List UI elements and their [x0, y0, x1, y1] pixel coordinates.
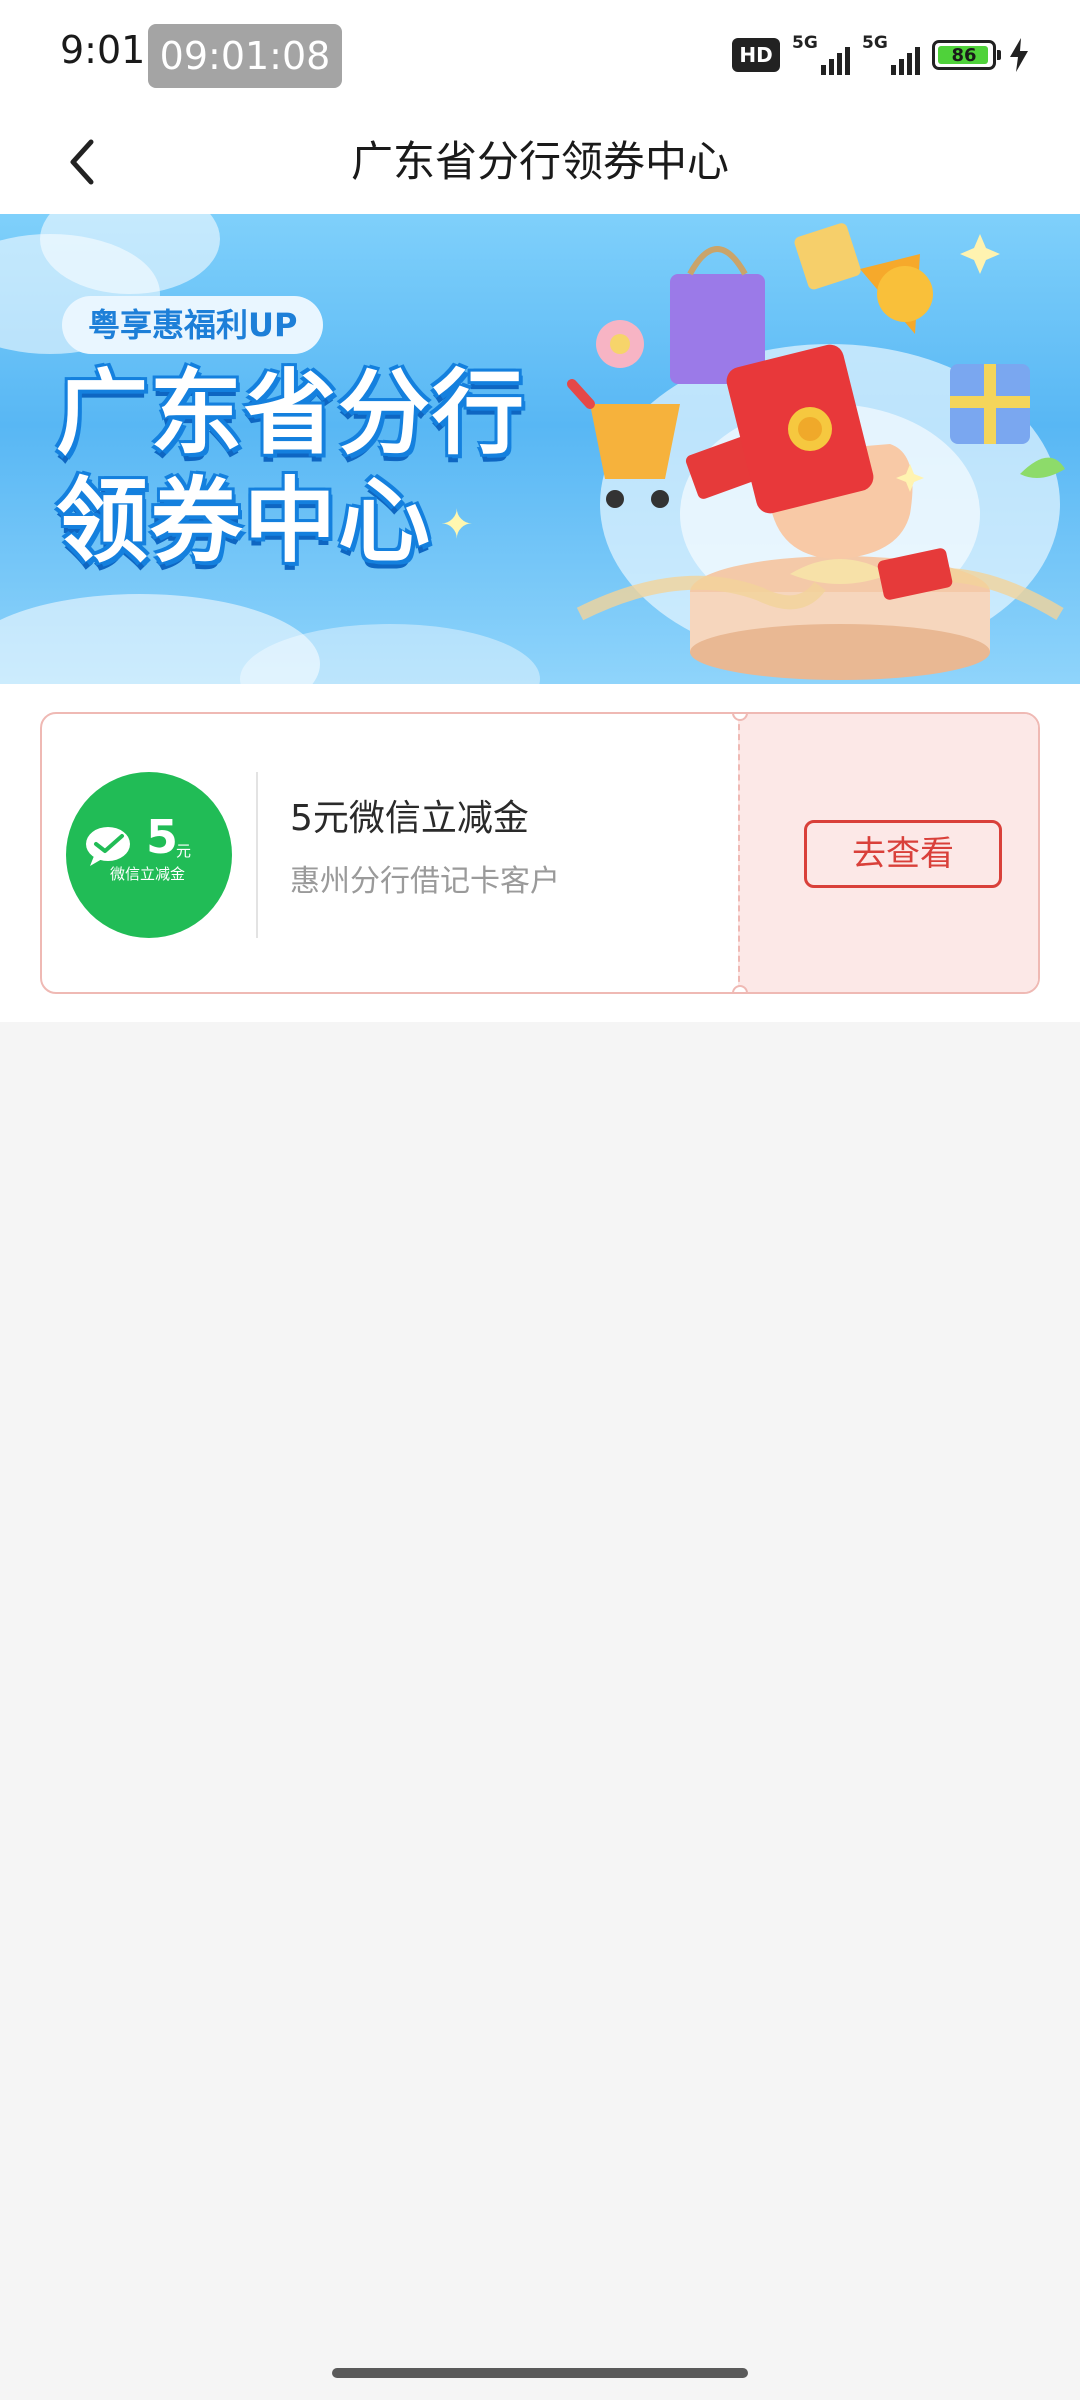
banner-tag: 粤享惠福利UP: [62, 296, 324, 354]
coupon-badge: 5 元 微信立减金: [66, 772, 232, 938]
status-bar: 9:01 09:01:08 HD 5G 5G 86: [0, 0, 1080, 108]
hd-icon: HD: [732, 38, 780, 72]
status-icons: HD 5G 5G 86: [732, 30, 1030, 80]
coupon-action-area: 去查看: [738, 714, 1038, 992]
coupon-description: 惠州分行借记卡客户: [290, 864, 560, 899]
battery-icon: 86: [932, 40, 1001, 70]
coupon-divider: [256, 772, 258, 938]
view-coupon-button[interactable]: 去查看: [804, 820, 1002, 888]
badge-subtitle: 微信立减金: [110, 865, 186, 883]
clock-chip: 09:01:08: [148, 24, 342, 88]
gift-illustration: [567, 223, 1065, 680]
ticket-notch: [732, 985, 748, 992]
page-title: 广东省分行领券中心: [350, 137, 729, 186]
signal-icon-sim2: 5G: [862, 33, 920, 77]
banner-title-line1: 广东省分行: [56, 360, 527, 467]
wechat-pay-icon: [86, 827, 130, 866]
badge-amount: 5: [146, 810, 179, 864]
promo-banner[interactable]: 粤享惠福利UP 广东省分行 领券中心 ✦: [0, 214, 1080, 684]
coupon-card[interactable]: 5 元 微信立减金 5元微信立减金 惠州分行借记卡客户 去查看: [40, 712, 1040, 994]
sparkle-icon: ✦: [440, 502, 474, 548]
signal-icon-sim1: 5G: [792, 33, 850, 77]
banner-title-line2: 领券中心: [56, 468, 433, 575]
coupon-list: 5 元 微信立减金 5元微信立减金 惠州分行借记卡客户 去查看: [0, 684, 1080, 1022]
status-time: 9:01: [60, 28, 146, 72]
coupon-name: 5元微信立减金: [290, 798, 529, 839]
badge-unit: 元: [176, 842, 192, 860]
charging-icon: [1010, 38, 1028, 72]
sim1-network-label: 5G: [792, 33, 818, 53]
nav-bar: 广东省分行领券中心: [0, 108, 1080, 216]
home-indicator[interactable]: [332, 2368, 748, 2378]
sim2-network-label: 5G: [862, 33, 888, 53]
battery-level: 86: [951, 44, 977, 66]
